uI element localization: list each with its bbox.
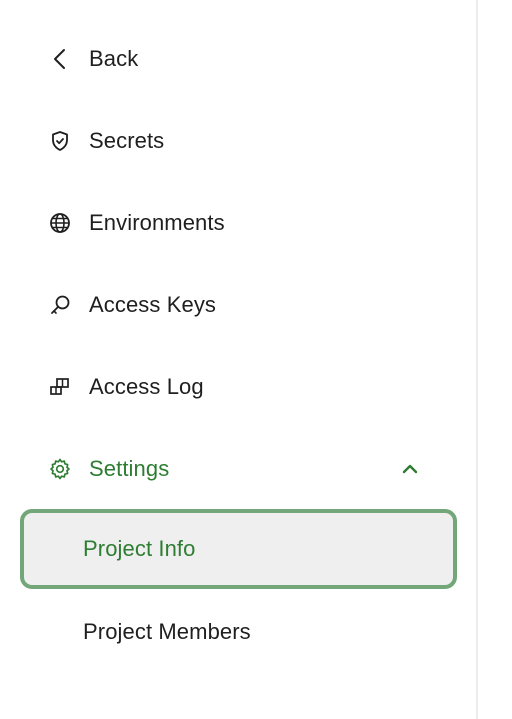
- sidebar-item-label: Access Keys: [89, 292, 217, 317]
- sidebar-subitem-label: Project Members: [83, 619, 251, 644]
- sidebar-item-secrets[interactable]: Secrets: [0, 111, 476, 171]
- sidebar-item-label: Settings: [89, 456, 170, 481]
- sidebar-item-label: Environments: [89, 210, 225, 235]
- sidebar-subitem-project-info[interactable]: Project Info: [20, 509, 457, 589]
- chevron-left-icon: [48, 47, 72, 71]
- log-icon: [48, 375, 72, 399]
- sidebar-subitem-project-members[interactable]: Project Members: [20, 592, 457, 672]
- sidebar-item-settings[interactable]: Settings: [0, 439, 476, 499]
- sidebar-item-access-keys[interactable]: Access Keys: [0, 275, 476, 335]
- shield-icon: [48, 129, 72, 153]
- back-label: Back: [89, 46, 139, 71]
- sidebar-item-label: Access Log: [89, 374, 204, 399]
- globe-icon: [48, 211, 72, 235]
- sidebar: Back Secrets Environments Access Keys Ac…: [0, 0, 478, 719]
- sidebar-item-access-log[interactable]: Access Log: [0, 357, 476, 417]
- back-button[interactable]: Back: [0, 29, 476, 89]
- sidebar-item-label: Secrets: [89, 128, 165, 153]
- chevron-up-icon[interactable]: [398, 457, 422, 481]
- sidebar-item-environments[interactable]: Environments: [0, 193, 476, 253]
- gear-icon: [48, 457, 72, 481]
- key-icon: [48, 293, 72, 317]
- sidebar-subitem-label: Project Info: [83, 536, 196, 561]
